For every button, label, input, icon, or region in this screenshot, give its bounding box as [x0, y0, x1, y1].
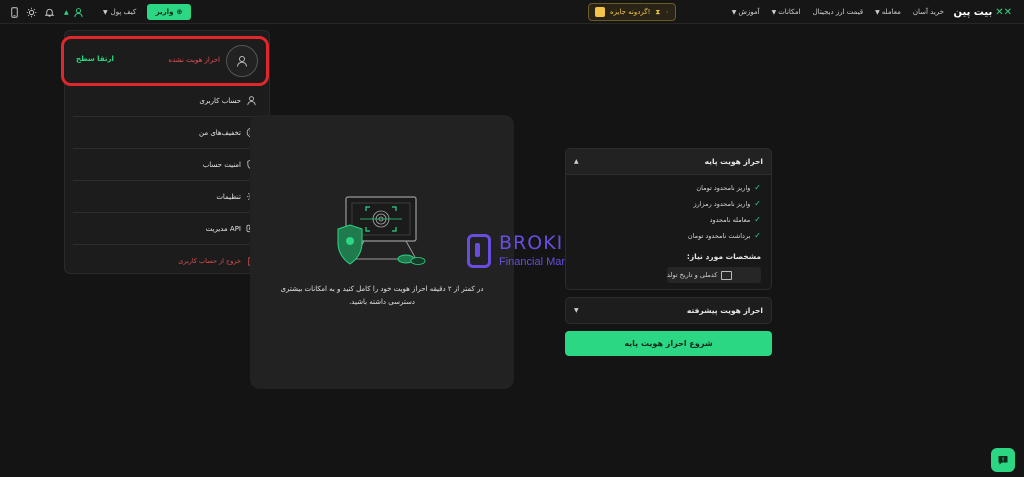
theme-toggle-icon[interactable] [25, 0, 37, 24]
feature-item: ✓ واریز نامحدود رمزارز [693, 199, 761, 208]
basic-verification-title: احراز هویت پایه [704, 157, 763, 166]
logo[interactable]: بیت پین ✕✕ [953, 0, 1012, 24]
feature-label: معامله نامحدود [709, 215, 751, 224]
dropdown-item-discounts[interactable]: تخفیف‌های من [73, 117, 261, 149]
menu-item-features[interactable]: امکانات ▼ [772, 8, 801, 16]
menu-item-trade[interactable]: معامله ▼ [875, 8, 901, 16]
menu-item-label: خرید آسان [912, 8, 944, 16]
chevron-down-icon: ▼ [875, 8, 880, 16]
identity-verification-illustration [337, 196, 426, 265]
menu-item-label: آموزش [738, 8, 760, 16]
chevron-down-icon: ▼ [731, 8, 737, 16]
upgrade-level-link[interactable]: ارتقا سطح [76, 55, 114, 63]
top-bar: بیت پین ✕✕ خرید آسان معامله ▼ قیمت ارز د… [0, 0, 1024, 24]
mobile-app-icon[interactable] [8, 0, 20, 24]
dropdown-item-label: تنظیمات [216, 192, 241, 201]
deposit-button[interactable]: واریز ⊕ [147, 4, 191, 20]
reward-count: ۰ [665, 8, 670, 16]
feature-item: ✓ برداشت نامحدود تومان [688, 231, 761, 240]
menu-item-label: قیمت ارز دیجیتال [812, 8, 864, 16]
reward-label: گردونه جایزه! [610, 8, 651, 16]
chevron-down-icon: ▼ [574, 307, 579, 314]
notification-bell-icon[interactable] [43, 0, 55, 24]
menu-item-label: امکانات [778, 8, 801, 16]
user-icon [246, 95, 257, 106]
gift-icon [595, 7, 605, 17]
feature-item: ✓ معامله نامحدود [710, 215, 761, 224]
deposit-label: واریز [155, 8, 174, 16]
menu-item-easy-buy[interactable]: خرید آسان [913, 8, 944, 16]
dropdown-item-settings[interactable]: تنظیمات [73, 181, 261, 213]
menu-item-learn[interactable]: آموزش ▼ [732, 8, 760, 16]
check-icon: ✓ [754, 231, 761, 240]
dropdown-item-security[interactable]: امنیت حساب [73, 149, 261, 181]
requirement-chip: کدملی و تاریخ تولد [667, 267, 761, 283]
user-icon [73, 6, 85, 18]
feature-label: واریز نامحدود رمزارز [693, 199, 751, 208]
requirements-title: مشخصات مورد نیاز: [686, 252, 761, 261]
dropdown-item-label: تخفیف‌های من [199, 128, 241, 137]
basic-verification-panel: احراز هویت پایه ▲ ✓ واریز نامحدود تومان … [565, 148, 772, 290]
brokify-logo-icon [467, 234, 491, 268]
wallet-menu[interactable]: ▼ کیف پول [103, 0, 136, 24]
logout-label: خروج از حساب کاربری [178, 257, 241, 265]
menu-item-prices[interactable]: قیمت ارز دیجیتال [813, 8, 864, 16]
profile-summary: احراز هویت نشده ارتقا سطح [61, 36, 269, 86]
chevron-down-icon: ▼ [103, 8, 108, 16]
hourglass-icon: ⧗ [655, 7, 661, 16]
chat-icon [998, 456, 1008, 465]
avatar [226, 45, 258, 77]
advanced-verification-panel[interactable]: احراز هویت پیشرفته ▼ [565, 297, 772, 324]
advanced-verification-title: احراز هویت پیشرفته [686, 306, 763, 315]
check-icon: ✓ [754, 183, 761, 192]
requirement-label: کدملی و تاریخ تولد [667, 271, 718, 279]
main-menu: خرید آسان معامله ▼ قیمت ارز دیجیتال امکا… [732, 0, 944, 24]
feature-label: واریز نامحدود تومان [696, 183, 751, 192]
check-icon: ✓ [754, 215, 761, 224]
chevron-up-icon: ▲ [574, 158, 579, 165]
dropdown-item-label: مدیریت API [205, 224, 241, 233]
start-basic-verification-button[interactable]: شروع احراز هویت پایه [565, 331, 772, 356]
user-menu-button[interactable]: ▲ [64, 0, 85, 24]
support-chat-button[interactable] [991, 448, 1015, 472]
basic-verification-header[interactable]: احراز هویت پایه ▲ [566, 149, 771, 175]
chevron-up-icon: ▲ [64, 8, 69, 16]
kyc-intro-text: در کمتر از ۲ دقیقه احراز هویت خود را کام… [280, 285, 484, 306]
feature-label: برداشت نامحدود تومان [687, 231, 751, 240]
dropdown-item-account[interactable]: حساب کاربری [73, 85, 261, 117]
menu-item-label: معامله [881, 8, 901, 16]
deposit-icon: ⊕ [176, 8, 183, 16]
feature-item: ✓ واریز نامحدود تومان [696, 183, 761, 192]
verification-status: احراز هویت نشده [168, 56, 220, 64]
dropdown-item-label: امنیت حساب [202, 160, 241, 169]
dropdown-item-api[interactable]: مدیریت API [73, 213, 261, 245]
logo-icon: ✕✕ [995, 6, 1012, 18]
user-dropdown-menu: احراز هویت نشده ارتقا سطح حساب کاربری تخ… [61, 30, 270, 277]
reward-wheel-button[interactable]: گردونه جایزه! ⧗ ۰ [588, 3, 677, 21]
id-card-icon [721, 270, 733, 280]
dropdown-item-label: حساب کاربری [199, 96, 241, 105]
chevron-down-icon: ▼ [771, 8, 777, 16]
wallet-label: کیف پول [110, 8, 137, 16]
check-icon: ✓ [754, 199, 761, 208]
logo-text: بیت پین [953, 6, 993, 18]
logout-button[interactable]: خروج از حساب کاربری [73, 245, 261, 277]
